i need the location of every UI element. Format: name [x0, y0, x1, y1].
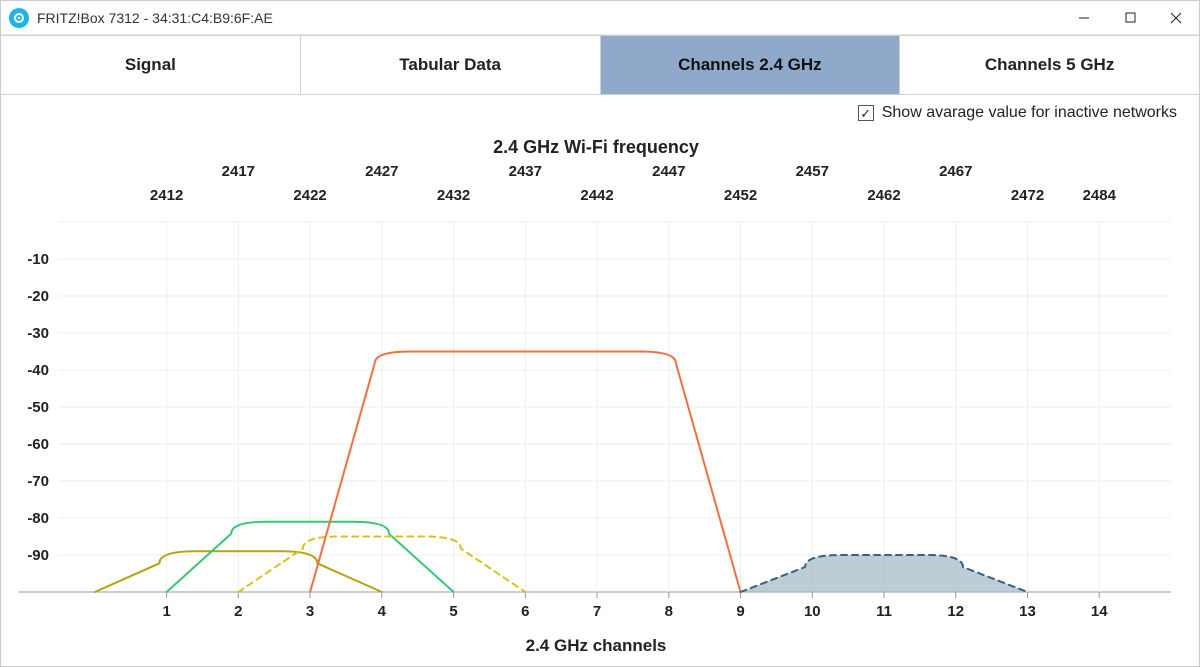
- close-button[interactable]: [1153, 1, 1199, 35]
- svg-text:-60: -60: [27, 436, 49, 453]
- tab-channels-5ghz[interactable]: Channels 5 GHz: [900, 36, 1199, 94]
- svg-text:2462: 2462: [867, 187, 900, 204]
- svg-text:-90: -90: [27, 547, 49, 564]
- svg-text:-50: -50: [27, 399, 49, 416]
- svg-text:9: 9: [736, 603, 744, 620]
- tab-signal[interactable]: Signal: [1, 36, 301, 94]
- maximize-button[interactable]: [1107, 1, 1153, 35]
- app-name-text: FRITZ!Box 7312: [37, 10, 140, 26]
- svg-text:2412: 2412: [150, 187, 183, 204]
- titlebar: FRITZ!Box 7312 - 34:31:C4:B9:6F:AE: [1, 1, 1199, 35]
- window-title: FRITZ!Box 7312 - 34:31:C4:B9:6F:AE: [37, 10, 273, 26]
- svg-text:12: 12: [947, 603, 964, 620]
- svg-text:-20: -20: [27, 288, 49, 305]
- svg-text:14: 14: [1091, 603, 1108, 620]
- svg-text:1: 1: [162, 603, 170, 620]
- svg-text:3: 3: [306, 603, 314, 620]
- tab-channels-2-4ghz[interactable]: Channels 2.4 GHz: [601, 36, 901, 94]
- svg-text:11: 11: [876, 603, 892, 620]
- show-average-row: ✓ Show avarage value for inactive networ…: [1, 95, 1199, 131]
- svg-text:7: 7: [593, 603, 601, 620]
- svg-text:13: 13: [1019, 603, 1036, 620]
- frequency-chart: -10-20-30-40-50-60-70-80-902417242724372…: [11, 162, 1181, 632]
- svg-text:2467: 2467: [939, 163, 972, 180]
- svg-text:8: 8: [665, 603, 673, 620]
- svg-text:2442: 2442: [580, 187, 613, 204]
- svg-text:2447: 2447: [652, 163, 685, 180]
- svg-text:10: 10: [804, 603, 821, 620]
- svg-text:2432: 2432: [437, 187, 470, 204]
- tabs: Signal Tabular Data Channels 2.4 GHz Cha…: [1, 35, 1199, 95]
- chart-title: 2.4 GHz Wi-Fi frequency: [9, 131, 1183, 162]
- chart-area: 2.4 GHz Wi-Fi frequency -10 -20 -30 -40 -50 -…: [1, 131, 1199, 656]
- show-average-checkbox[interactable]: ✓: [858, 105, 874, 121]
- svg-text:-80: -80: [27, 510, 49, 527]
- svg-text:2437: 2437: [509, 163, 542, 180]
- mac-text: 34:31:C4:B9:6F:AE: [152, 10, 273, 26]
- svg-text:-30: -30: [27, 325, 49, 342]
- svg-text:6: 6: [521, 603, 529, 620]
- tab-tabular-data[interactable]: Tabular Data: [301, 36, 601, 94]
- svg-text:2422: 2422: [293, 187, 326, 204]
- app-icon: [9, 8, 29, 28]
- svg-text:2: 2: [234, 603, 242, 620]
- svg-text:2427: 2427: [365, 163, 398, 180]
- svg-text:2457: 2457: [796, 163, 829, 180]
- svg-text:2417: 2417: [222, 163, 255, 180]
- svg-text:-40: -40: [27, 362, 49, 379]
- svg-text:4: 4: [378, 603, 387, 620]
- svg-text:-10: -10: [27, 251, 49, 268]
- svg-text:5: 5: [449, 603, 457, 620]
- svg-text:2452: 2452: [724, 187, 757, 204]
- svg-text:2472: 2472: [1011, 187, 1044, 204]
- svg-text:2484: 2484: [1083, 187, 1117, 204]
- chart-bottom-title: 2.4 GHz channels: [9, 632, 1183, 656]
- svg-text:-70: -70: [27, 473, 49, 490]
- show-average-label: Show avarage value for inactive networks: [882, 104, 1177, 122]
- minimize-button[interactable]: [1061, 1, 1107, 35]
